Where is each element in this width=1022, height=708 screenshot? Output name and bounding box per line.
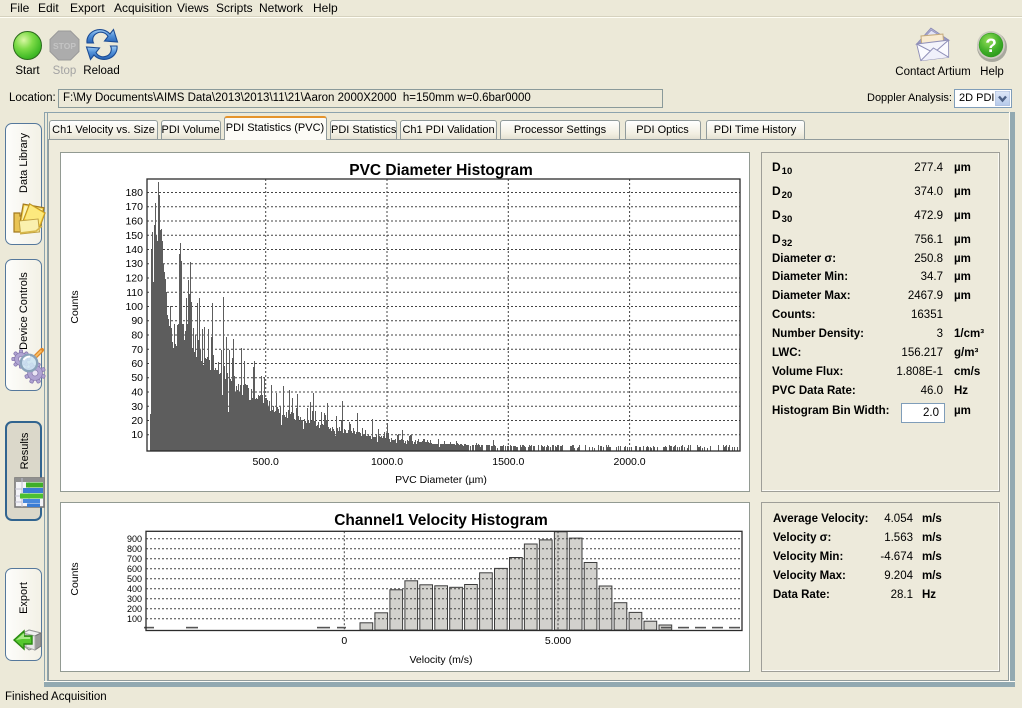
svg-text:50: 50: [131, 372, 143, 384]
svg-text:800: 800: [127, 544, 142, 554]
svg-text:80: 80: [131, 330, 143, 342]
svg-text:500: 500: [127, 574, 142, 584]
svg-text:70: 70: [131, 344, 143, 356]
svg-text:40: 40: [131, 387, 143, 399]
svg-text:20: 20: [131, 415, 143, 427]
svg-text:30: 30: [131, 401, 143, 413]
svg-text:PVC Diameter Histogram: PVC Diameter Histogram: [349, 162, 532, 179]
svg-text:160: 160: [125, 216, 143, 228]
svg-text:?: ?: [985, 36, 997, 57]
svg-text:PVC Diameter (µm): PVC Diameter (µm): [395, 474, 487, 486]
svg-text:400: 400: [127, 584, 142, 594]
svg-text:10: 10: [131, 429, 143, 441]
svg-text:170: 170: [125, 201, 143, 213]
svg-text:Channel1 Velocity Histogram: Channel1 Velocity Histogram: [334, 512, 548, 529]
svg-text:130: 130: [125, 258, 143, 270]
svg-text:600: 600: [127, 564, 142, 574]
svg-text:150: 150: [125, 230, 143, 242]
svg-text:60: 60: [131, 358, 143, 370]
svg-text:0: 0: [341, 635, 347, 647]
svg-text:STOP: STOP: [53, 41, 76, 51]
svg-text:700: 700: [127, 554, 142, 564]
svg-text:140: 140: [125, 244, 143, 256]
svg-text:1500.0: 1500.0: [492, 456, 524, 468]
svg-text:900: 900: [127, 534, 142, 544]
svg-text:1000.0: 1000.0: [371, 456, 403, 468]
svg-text:5.000: 5.000: [545, 635, 571, 647]
svg-text:110: 110: [126, 287, 143, 299]
svg-text:100: 100: [127, 614, 142, 624]
svg-text:Counts: Counts: [69, 290, 81, 323]
svg-text:Counts: Counts: [69, 562, 81, 595]
svg-text:2000.0: 2000.0: [614, 456, 646, 468]
svg-text:500.0: 500.0: [253, 456, 279, 468]
svg-text:90: 90: [131, 315, 143, 327]
svg-text:100: 100: [125, 301, 143, 313]
svg-text:200: 200: [127, 604, 142, 614]
svg-text:180: 180: [125, 187, 143, 199]
svg-text:300: 300: [127, 594, 142, 604]
svg-text:Velocity (m/s): Velocity (m/s): [409, 654, 472, 666]
svg-text:120: 120: [125, 273, 143, 285]
